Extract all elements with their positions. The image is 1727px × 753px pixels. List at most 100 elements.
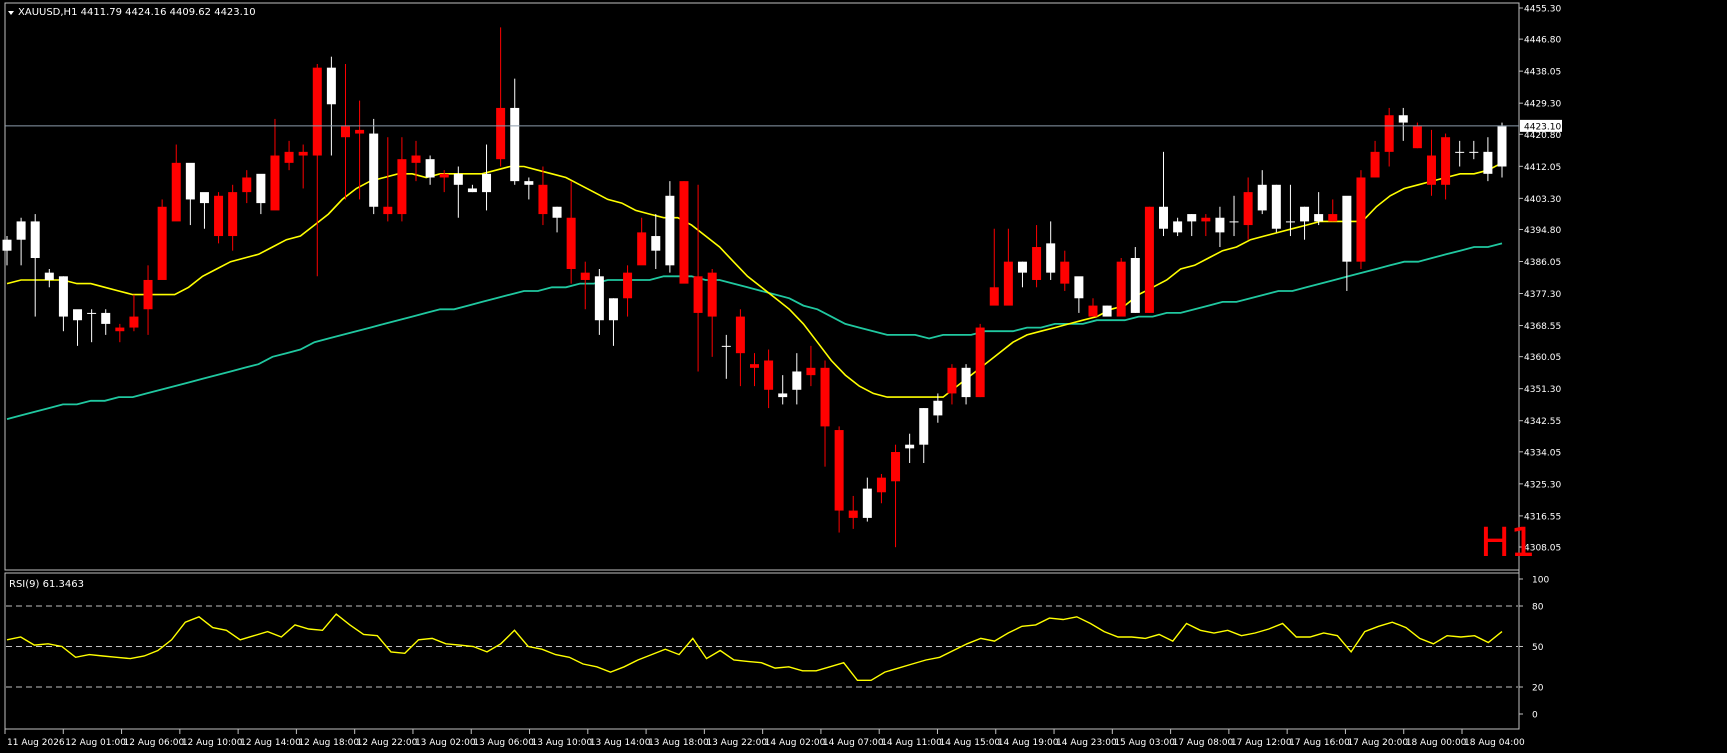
price-tick-label: 4360.05 [1524,353,1561,363]
candle-body [1398,115,1408,123]
candle-body [270,155,280,211]
candle-body [1130,258,1140,313]
candle-body [115,327,125,332]
candle-body [185,162,195,200]
candle-body [1243,192,1253,226]
candle[interactable] [679,181,689,284]
candle-body [1328,214,1338,222]
candle[interactable] [1356,170,1366,269]
time-tick-label: 13 Aug 10:00 [532,738,593,748]
main-pane[interactable] [4,2,1520,571]
candle-body [1088,305,1098,317]
candle[interactable] [1144,206,1154,313]
time-tick-label: 14 Aug 11:00 [881,738,942,748]
candle[interactable] [1271,184,1281,233]
candle-body [792,371,802,390]
candle-body [806,367,816,376]
rsi-tick-label: 0 [1532,711,1538,721]
candle-body [651,236,661,251]
candle-body [73,309,83,321]
candle-body [199,192,209,204]
time-tick-label: 18 Aug 04:00 [1464,738,1525,748]
candle-body [58,276,68,317]
candle-body [1285,221,1295,223]
candle-body [1342,195,1352,262]
candle-body [496,107,506,160]
candle-body [905,444,915,449]
candle-body [876,477,886,493]
price-tick-label: 4403.30 [1524,195,1561,205]
candle-body [524,181,534,185]
candle-body [1144,206,1154,313]
trading-chart[interactable]: 4455.304446.804438.054429.304420.804412.… [0,0,1727,753]
candle-body [552,206,562,218]
price-tick-label: 4368.55 [1524,322,1561,332]
candle-body [1412,126,1422,149]
rsi-tick-label: 80 [1532,603,1544,613]
candle-body [848,510,858,518]
time-tick-label: 12 Aug 18:00 [298,738,359,748]
price-tick-label: 4455.30 [1524,5,1561,15]
candle[interactable] [214,192,224,244]
candle[interactable] [1412,122,1422,149]
time-tick-label: 15 Aug 03:00 [1114,738,1175,748]
time-tick-label: 12 Aug 14:00 [240,738,301,748]
time-tick-label: 13 Aug 06:00 [473,738,534,748]
time-tick-label: 14 Aug 15:00 [939,738,1000,748]
candle[interactable] [975,323,985,398]
candle-body [1314,214,1324,222]
time-tick-label: 13 Aug 18:00 [648,738,709,748]
candle-body [30,221,40,259]
candle[interactable] [1116,258,1126,317]
candle-body [1074,276,1084,299]
candle-body [228,192,238,237]
price-tick-label: 4446.80 [1524,36,1561,46]
candle-body [129,316,139,328]
candle-body [157,206,167,280]
rsi-pane[interactable] [4,572,1520,730]
time-scale: 11 Aug 2026 12 Aug 01:0012 Aug 06:0012 Au… [4,729,1525,748]
candle-body [171,162,181,222]
candle-body [326,67,336,105]
candle-body [891,452,901,482]
candle-body [369,133,379,207]
time-tick-label: 14 Aug 02:00 [765,738,826,748]
candle-body [340,126,350,138]
symbol-header: XAUUSD,H1 4411.79 4424.16 4409.62 4423.1… [18,7,256,18]
candle-body [707,272,717,317]
time-tick-label: 12 Aug 06:00 [124,738,185,748]
time-tick-label: 18 Aug 00:00 [1406,738,1467,748]
time-tick-label: 14 Aug 23:00 [1056,738,1117,748]
candle-body [1159,206,1169,229]
candle-body [750,364,759,368]
candle-body [721,345,731,347]
candle-body [16,221,26,240]
candle-body [778,393,788,398]
candle[interactable] [1102,305,1112,317]
price-tick-label: 4438.05 [1524,68,1561,78]
candle-body [1483,151,1493,174]
candle-body [1046,243,1056,273]
candle-body [1455,151,1465,153]
price-scale: 4455.304446.804438.054429.304420.804412.… [1519,5,1562,554]
candle-body [87,312,97,314]
candle-body [101,312,111,324]
candle-body [1300,206,1310,222]
candle-body [1356,177,1366,262]
rsi-tick-label: 20 [1532,684,1544,694]
candle-body [2,239,12,251]
price-tick-label: 4342.55 [1524,417,1561,427]
candle-body [693,276,703,313]
candle-body [989,287,999,306]
candle-body [1201,217,1211,222]
current-price-tag-label: 4423.10 [1524,122,1561,132]
candle[interactable] [157,199,167,280]
time-tick-label: 12 Aug 10:00 [182,738,243,748]
rsi-tick-label: 50 [1532,643,1544,653]
candle-body [383,206,393,215]
candle-body [608,298,618,321]
candle-body [256,173,266,204]
time-tick-label: 14 Aug 07:00 [823,738,884,748]
candle-body [862,488,872,518]
time-tick-label: 12 Aug 22:00 [357,738,418,748]
